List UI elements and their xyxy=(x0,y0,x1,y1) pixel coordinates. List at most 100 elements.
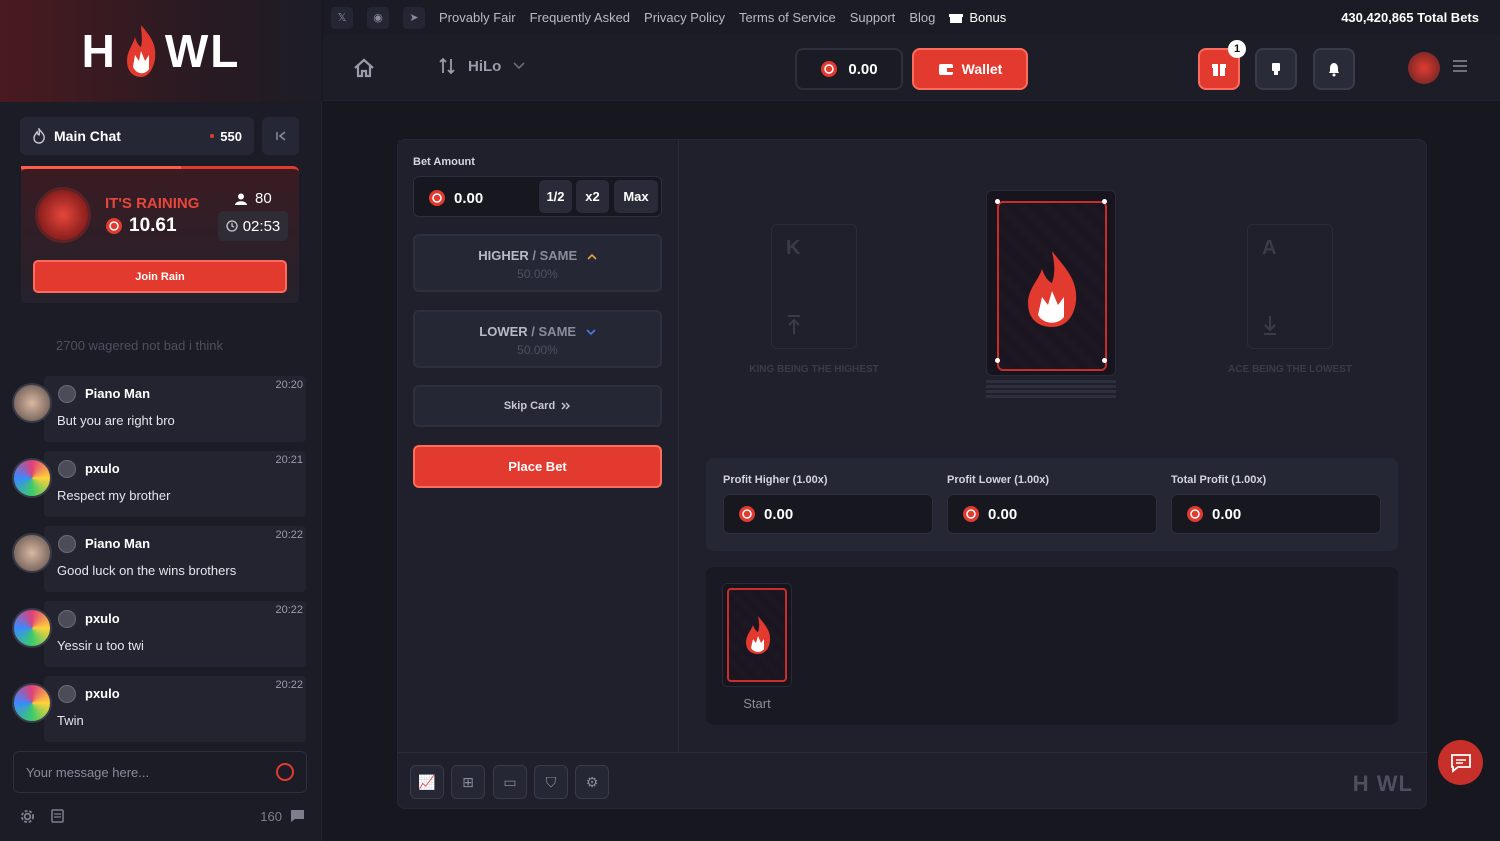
rain-amount: 10.61 xyxy=(105,215,177,237)
message-author[interactable]: Piano Man xyxy=(85,386,150,401)
rules-document-icon[interactable] xyxy=(51,809,64,823)
nav-provably-fair[interactable]: Provably Fair xyxy=(439,10,516,25)
hamburger-menu-icon[interactable] xyxy=(1453,60,1467,72)
chip-icon xyxy=(739,506,755,522)
chip-icon xyxy=(963,506,979,522)
skip-card-label: Skip Card xyxy=(503,400,556,412)
skip-card-button[interactable]: Skip Card xyxy=(413,385,662,427)
chip-icon xyxy=(429,190,445,206)
emoji-icon[interactable] xyxy=(276,763,294,781)
profit-lower: Profit Lower (1.00x) 0.00 xyxy=(947,474,1157,534)
chat-message: Piano Man 20:20 But you are right bro xyxy=(12,376,306,442)
rain-users-value: 80 xyxy=(255,190,272,207)
nav-blog[interactable]: Blog xyxy=(909,10,935,25)
settings-gear-icon[interactable] xyxy=(20,809,35,824)
avatar[interactable] xyxy=(12,608,52,648)
lower-label: LOWER xyxy=(479,324,528,339)
king-letter: K xyxy=(786,237,801,259)
notifications-button[interactable] xyxy=(1313,48,1355,90)
home-icon[interactable] xyxy=(353,57,375,79)
message-author[interactable]: pxulo xyxy=(85,461,120,476)
game-selector[interactable]: HiLo xyxy=(438,57,525,75)
message-author[interactable]: pxulo xyxy=(85,686,120,701)
theatre-mode-icon[interactable]: ▭ xyxy=(493,765,527,799)
user-icon xyxy=(235,193,247,205)
profit-panel: Profit Higher (1.00x) 0.00 Profit Lower … xyxy=(706,458,1398,551)
ace-card-outline: A xyxy=(1247,224,1333,349)
place-bet-button[interactable]: Place Bet xyxy=(413,445,662,488)
double-chevron-right-icon xyxy=(561,402,571,410)
ace-caption: ACE BEING THE LOWEST xyxy=(1228,364,1352,375)
collapse-chat-button[interactable] xyxy=(262,117,299,155)
bet-amount-input[interactable]: 0.00 1/2 x2 Max xyxy=(413,176,662,217)
discord-icon[interactable]: ◉ xyxy=(367,6,389,29)
provably-fair-shield-icon[interactable]: ⛉ xyxy=(534,765,568,799)
stats-chart-icon[interactable]: 📈 xyxy=(410,765,444,799)
message-text: Respect my brother xyxy=(57,488,171,503)
nav-bonus[interactable]: Bonus xyxy=(949,10,1006,25)
lower-title: LOWER / SAME xyxy=(415,324,660,339)
avatar[interactable] xyxy=(12,383,52,423)
history-card xyxy=(722,583,792,687)
chevron-up-icon xyxy=(587,253,597,260)
profit-lower-label: Profit Lower (1.00x) xyxy=(947,474,1050,486)
rain-users: 80 xyxy=(235,190,272,207)
half-bet-button[interactable]: 1/2 xyxy=(539,180,572,213)
message-author[interactable]: pxulo xyxy=(85,611,120,626)
nav-support[interactable]: Support xyxy=(850,10,896,25)
top-navigation: 𝕏 ◉ ➤ Provably Fair Frequently Asked Pri… xyxy=(323,0,1500,35)
message-text: Twin xyxy=(57,713,84,728)
bell-icon xyxy=(1329,63,1339,77)
message-background xyxy=(44,376,306,442)
balance-display[interactable]: 0.00 xyxy=(795,48,903,90)
online-count-value: 550 xyxy=(220,128,242,144)
chat-sidebar: H WL Main Chat 550 IT'S RAINING 10.61 80 xyxy=(0,0,322,841)
avatar[interactable] xyxy=(12,458,52,498)
leaderboard-button[interactable] xyxy=(1255,48,1297,90)
bet-amount-value: 0.00 xyxy=(428,189,483,207)
lower-same-button[interactable]: LOWER / SAME 50.00% xyxy=(413,310,662,368)
user-avatar[interactable] xyxy=(1408,52,1440,84)
message-author[interactable]: Piano Man xyxy=(85,536,150,551)
add-screen-icon[interactable]: ⊞ xyxy=(451,765,485,799)
rank-badge-icon xyxy=(58,610,76,628)
rain-timer: 02:53 xyxy=(218,211,288,241)
avatar[interactable] xyxy=(12,533,52,573)
profit-lower-value: 0.00 xyxy=(988,505,1018,523)
total-bets-counter: 430,420,865 Total Bets xyxy=(1341,10,1479,25)
double-bet-button[interactable]: x2 xyxy=(576,180,609,213)
higher-probability: 50.00% xyxy=(517,267,558,281)
message-time: 20:22 xyxy=(275,529,303,541)
higher-same-button[interactable]: HIGHER / SAME 50.00% xyxy=(413,234,662,292)
deck-layer xyxy=(986,395,1116,398)
howl-logo[interactable]: H WL xyxy=(82,23,241,79)
main-chat-selector[interactable]: Main Chat 550 xyxy=(20,117,254,155)
chat-footer-count-value: 160 xyxy=(260,808,282,824)
profit-higher-field: 0.00 xyxy=(723,494,933,534)
gift-icon xyxy=(949,13,964,23)
wallet-button[interactable]: Wallet xyxy=(912,48,1028,90)
ace-letter: A xyxy=(1262,237,1277,259)
nav-faq[interactable]: Frequently Asked xyxy=(530,10,630,25)
x-icon[interactable]: 𝕏 xyxy=(331,6,353,29)
avatar[interactable] xyxy=(12,683,52,723)
chat-footer: 160 xyxy=(20,805,305,827)
live-support-button[interactable] xyxy=(1438,740,1483,785)
telegram-icon[interactable]: ➤ xyxy=(403,6,425,29)
join-rain-button[interactable]: Join Rain xyxy=(33,260,287,293)
nav-privacy-policy[interactable]: Privacy Policy xyxy=(644,10,725,25)
profit-higher-label: Profit Higher (1.00x) xyxy=(723,474,828,486)
chat-message-input[interactable]: Your message here... xyxy=(13,751,307,793)
online-count: 550 xyxy=(210,129,242,144)
higher-label: HIGHER xyxy=(478,248,529,263)
collapse-left-icon xyxy=(275,131,285,141)
deck-layer xyxy=(986,385,1116,388)
nav-terms[interactable]: Terms of Service xyxy=(739,10,836,25)
total-profit-field: 0.00 xyxy=(1171,494,1381,534)
chevron-down-icon xyxy=(513,62,525,70)
settings-gear-icon[interactable]: ⚙ xyxy=(575,765,609,799)
message-background xyxy=(44,526,306,592)
max-bet-button[interactable]: Max xyxy=(614,180,658,213)
flame-icon xyxy=(33,128,45,144)
game-header: HiLo 0.00 Wallet 1 xyxy=(323,35,1500,101)
